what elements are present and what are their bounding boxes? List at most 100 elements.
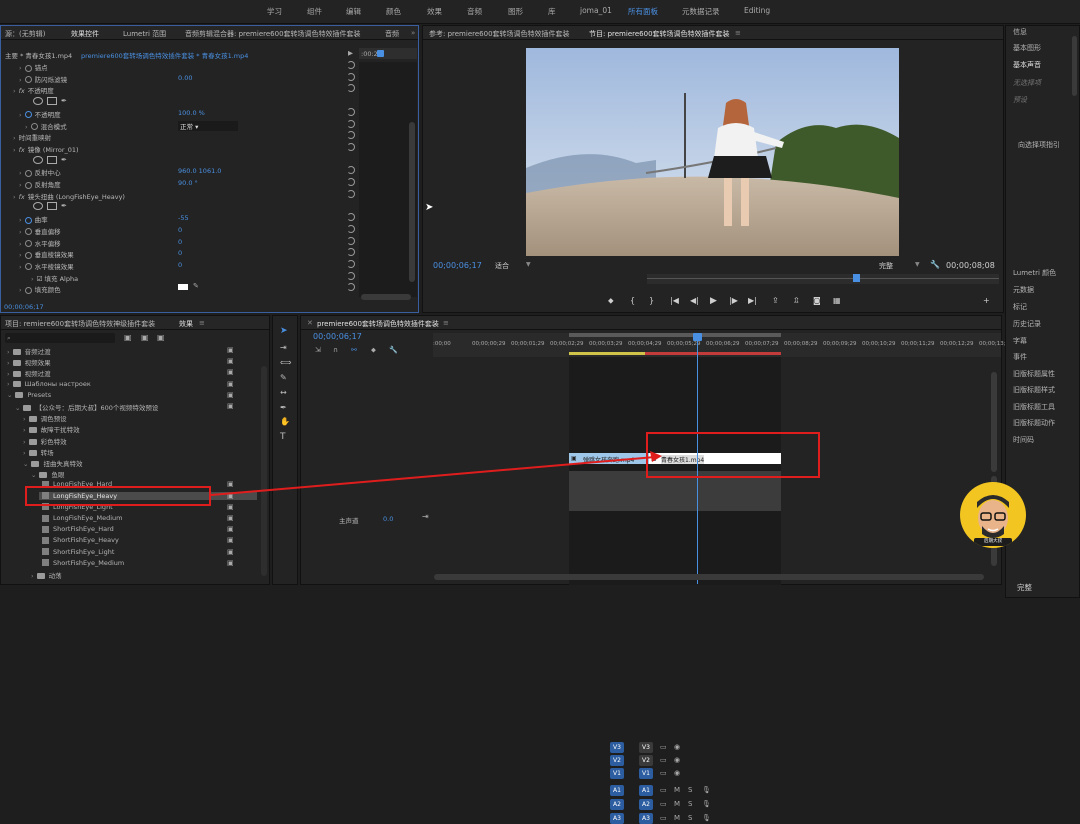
reset-icon[interactable] <box>347 178 355 186</box>
sync-lock-icon[interactable]: ▭ <box>660 814 667 822</box>
effects-menu-icon[interactable]: ≡ <box>199 319 205 327</box>
pen-mask-icon[interactable]: ✒ <box>61 97 71 105</box>
right-panel-item[interactable]: 信息 <box>1013 27 1027 37</box>
pen-mask-icon[interactable]: ✒ <box>61 156 71 164</box>
selection-tool-icon[interactable]: ➤ <box>280 326 288 336</box>
track-name-v1[interactable]: V1 <box>639 768 653 779</box>
ellipse-mask-icon[interactable] <box>33 202 43 211</box>
tab-reference[interactable]: 参考: premiere600套转场调色特效插件套装 <box>429 29 570 39</box>
ec-row[interactable]: › 防闪烁滤镜 0.00 <box>1 72 417 84</box>
workspace-tab-color[interactable]: 颜色 <box>386 6 401 17</box>
effects-folder[interactable]: ⌄ Presets ▣ <box>7 391 234 399</box>
reset-icon[interactable] <box>347 248 355 257</box>
nest-icon[interactable]: ⇲ <box>315 346 321 354</box>
fit-select[interactable]: 适合 <box>495 261 509 271</box>
right-panel-item[interactable]: 标记 <box>1013 302 1027 312</box>
workspace-tab-all-panels[interactable]: 所有面板 <box>628 6 658 17</box>
tab-effects[interactable]: 效果 <box>179 319 193 329</box>
ec-row[interactable]: › 水平棱镜效果 0 <box>1 259 417 271</box>
tab-lumetri-scopes[interactable]: Lumetri 范围 <box>123 29 166 39</box>
reset-icon[interactable] <box>347 131 355 140</box>
right-panel-item[interactable]: 旧版标题动作 <box>1013 418 1055 428</box>
right-panel-item[interactable]: 旧版标题工具 <box>1013 402 1055 412</box>
effects-preset[interactable]: ShortFishEye_Light ▣ <box>39 548 234 556</box>
tab-project[interactable]: 项目: remiere600套转场调色特效神级插件套装 <box>5 319 155 329</box>
snap-icon[interactable]: ∩ <box>333 346 338 354</box>
rect-mask-icon[interactable] <box>47 97 57 106</box>
quality-select[interactable]: 完整 <box>879 261 893 271</box>
track-target-v3[interactable]: V3 <box>610 742 624 753</box>
fill-color-swatch[interactable] <box>178 284 188 291</box>
rect-mask-icon[interactable] <box>47 202 57 211</box>
ec-row-value[interactable]: 960.0 1061.0 <box>178 167 221 175</box>
ec-row[interactable]: › 曲率 -55 <box>1 212 417 224</box>
ec-row[interactable]: › fx 镜头扭曲 (LongFishEye_Heavy) <box>1 189 417 201</box>
razor-tool-icon[interactable]: ✎ <box>280 373 287 382</box>
right-panel-item[interactable]: 旧版标题样式 <box>1013 385 1055 395</box>
right-panel-item[interactable]: 无选择项 <box>1013 78 1041 88</box>
marker-icon[interactable]: ⬥ <box>608 296 614 306</box>
ec-row[interactable]: ✒ <box>1 95 417 107</box>
right-panel-item[interactable]: 历史记录 <box>1013 319 1041 329</box>
program-timecode[interactable]: 00;00;06;17 <box>433 261 482 270</box>
right-panel-item[interactable]: 预设 <box>1013 95 1027 105</box>
program-playhead[interactable] <box>853 274 860 282</box>
reset-icon[interactable] <box>347 166 355 175</box>
voiceover-icon[interactable]: 🎙 <box>702 814 711 822</box>
timeline-vscroll[interactable] <box>991 372 997 472</box>
effects-search-input[interactable]: ⌕ <box>5 333 115 343</box>
effects-preset[interactable]: ShortFishEye_Heavy ▣ <box>39 536 234 544</box>
mute-icon[interactable]: M <box>674 800 680 808</box>
ec-row[interactable]: ✒ <box>1 154 417 166</box>
reset-icon[interactable] <box>347 283 355 292</box>
ec-scrollbar[interactable] <box>409 122 415 282</box>
ec-row[interactable]: › fx 镜像 (Mirror_01) <box>1 142 417 154</box>
ellipse-mask-icon[interactable] <box>33 155 43 164</box>
work-area-bar[interactable] <box>569 333 781 337</box>
program-menu-icon[interactable]: ≡ <box>735 29 741 37</box>
track-target-v2[interactable]: V2 <box>610 755 624 766</box>
track-target-a1[interactable]: A1 <box>610 785 624 796</box>
right-panel-item[interactable]: 向选择项指引 <box>1018 140 1060 150</box>
tab-source[interactable]: 源：(无剪辑) <box>5 29 45 39</box>
mark-out-icon[interactable]: } <box>649 296 654 305</box>
extract-icon[interactable]: ⇫ <box>793 296 800 305</box>
effects-preset[interactable]: ShortFishEye_Medium ▣ <box>39 559 234 567</box>
right-panel-item[interactable]: 事件 <box>1013 352 1027 362</box>
play-only-icon[interactable]: ▶ <box>348 49 353 57</box>
effects-folder[interactable]: › Шаблоны настроек ▣ <box>7 380 234 388</box>
workspace-tab-graphics[interactable]: 图形 <box>508 6 523 17</box>
effects-folder[interactable]: › 彩色特效 <box>23 436 67 446</box>
master-end-icon[interactable]: ⇥ <box>422 512 429 521</box>
ec-row[interactable]: › 反射角度 90.0 ° <box>1 177 417 189</box>
program-timebar[interactable] <box>647 274 999 284</box>
rect-mask-icon[interactable] <box>47 155 57 164</box>
pen-mask-icon[interactable]: ✒ <box>61 202 71 210</box>
ec-row[interactable]: › 时间重映射 <box>1 130 417 142</box>
ec-row-value[interactable]: 0 <box>178 261 182 269</box>
eyedropper-icon[interactable]: ✎ <box>193 282 199 290</box>
ec-row[interactable]: › 反射中心 960.0 1061.0 <box>1 165 417 177</box>
workspace-tab-audio[interactable]: 音频 <box>467 6 482 17</box>
pen-tool-icon[interactable]: ✒ <box>280 403 287 412</box>
right-scrollbar[interactable] <box>1072 36 1077 96</box>
ec-row[interactable]: › ☑ 填充 Alpha <box>1 271 417 283</box>
ec-zoom-bar[interactable] <box>361 294 411 300</box>
solo-icon[interactable]: S <box>688 800 692 808</box>
type-tool-icon[interactable]: T <box>280 432 286 442</box>
workspace-tab-editing-en[interactable]: Editing <box>744 6 770 15</box>
effects-folder[interactable]: › 视频过渡 ▣ <box>7 368 234 378</box>
right-panel-item[interactable]: 时间码 <box>1013 435 1034 445</box>
timeline-ruler[interactable]: :00;00 00;00;00;29 00;00;01;29 00;00;02;29 0… <box>433 333 1013 357</box>
comparison-icon[interactable]: ▦ <box>833 296 841 305</box>
quality-chevron-down-icon[interactable]: ▼ <box>915 261 920 268</box>
ec-row[interactable]: › 锚点 <box>1 60 417 72</box>
workspace-tab-assembly[interactable]: 组件 <box>307 6 322 17</box>
ec-row-value[interactable]: 90.0 ° <box>178 179 198 187</box>
ec-row-value[interactable]: 0 <box>178 249 182 257</box>
ec-row-value[interactable]: 0 <box>178 226 182 234</box>
hand-tool-icon[interactable]: ✋ <box>280 417 290 426</box>
export-frame-icon[interactable]: ◙ <box>813 296 821 305</box>
ec-row[interactable]: › 垂直棱镜效果 0 <box>1 247 417 259</box>
reset-icon[interactable] <box>347 236 355 245</box>
